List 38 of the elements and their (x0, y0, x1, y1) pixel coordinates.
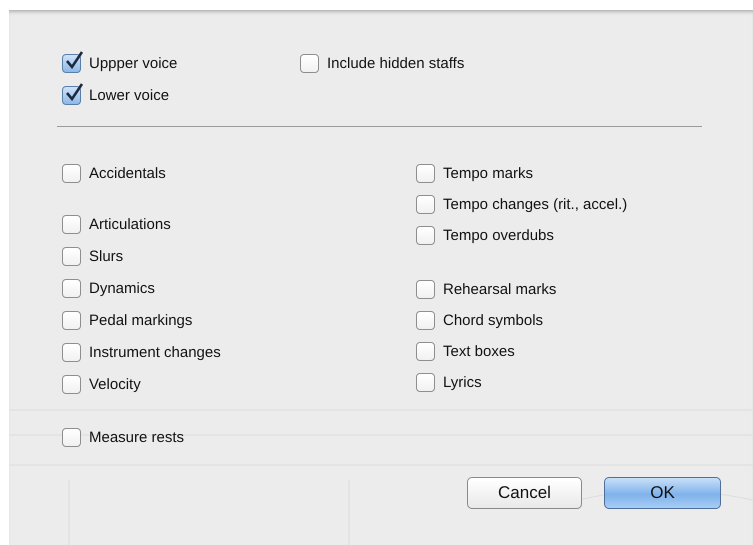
checkbox[interactable] (62, 246, 81, 266)
checkbox[interactable] (416, 310, 435, 330)
checkbox-option[interactable]: Measure rests (62, 426, 753, 448)
checkbox[interactable] (62, 54, 81, 72)
checkbox-option[interactable]: Chord symbols (416, 309, 628, 331)
checkbox[interactable] (62, 310, 81, 330)
ok-button[interactable]: OK (604, 477, 721, 509)
checkbox[interactable] (416, 280, 435, 298)
checkbox[interactable] (300, 54, 319, 72)
checkbox-option[interactable]: Lower voice (62, 84, 300, 106)
checkbox[interactable] (416, 226, 435, 244)
checkbox[interactable] (416, 164, 435, 182)
checkbox[interactable] (62, 278, 81, 298)
checkbox-option[interactable]: Pedal markings (62, 309, 416, 331)
checkbox[interactable] (62, 374, 81, 394)
checkbox[interactable] (62, 164, 81, 182)
checkbox-option[interactable]: Lyrics (416, 371, 628, 393)
checkbox-option[interactable]: Slurs (62, 245, 416, 267)
checkbox[interactable] (62, 86, 81, 104)
checkbox-option[interactable]: Velocity (62, 373, 416, 395)
checkbox-option[interactable]: Tempo marks (416, 162, 628, 184)
checkbox-option[interactable]: Tempo changes (rit., accel.) (416, 193, 628, 215)
checkbox[interactable] (62, 214, 81, 234)
checkbox[interactable] (62, 342, 81, 362)
checkbox-option[interactable]: Accidentals (62, 162, 416, 184)
checkbox[interactable] (62, 428, 81, 446)
checkbox-option[interactable]: Dynamics (62, 277, 416, 299)
checkbox-option[interactable]: Rehearsal marks (416, 278, 628, 300)
checkbox-option[interactable]: Tempo overdubs (416, 224, 628, 246)
checkbox-option[interactable]: Uppper voice (62, 52, 300, 74)
checkbox[interactable] (416, 342, 435, 360)
checkbox-option[interactable]: Text boxes (416, 340, 628, 362)
checkbox[interactable] (416, 194, 435, 214)
checkbox-option[interactable]: Instrument changes (62, 341, 416, 363)
cancel-button[interactable]: Cancel (467, 477, 582, 509)
checkbox-option[interactable]: Include hidden staffs (300, 52, 464, 74)
checkbox[interactable] (416, 372, 435, 392)
checkbox-option[interactable]: Articulations (62, 213, 416, 235)
